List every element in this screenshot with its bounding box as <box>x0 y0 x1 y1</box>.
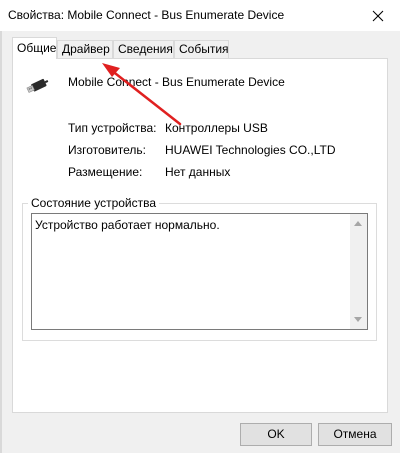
device-status-textbox[interactable]: Устройство работает нормально. <box>31 213 368 330</box>
close-icon <box>372 10 384 21</box>
title-bar: Свойства: Mobile Connect - Bus Enumerate… <box>0 0 400 31</box>
scroll-up-arrow-icon[interactable] <box>354 221 362 226</box>
cancel-button[interactable]: Отмена <box>318 423 392 446</box>
tab-general[interactable]: Общие <box>12 37 57 59</box>
location-value: Нет данных <box>165 165 231 179</box>
tab-events[interactable]: События <box>174 40 229 58</box>
device-type-value: Контроллеры USB <box>165 121 268 135</box>
window-edge <box>0 31 2 453</box>
location-label: Размещение: <box>68 165 143 179</box>
close-button[interactable] <box>356 0 400 31</box>
tab-label: Драйвер <box>62 42 110 56</box>
tab-label: Сведения <box>118 42 173 56</box>
device-name: Mobile Connect - Bus Enumerate Device <box>68 75 285 89</box>
tab-label: Общие <box>17 41 57 55</box>
device-type-label: Тип устройства: <box>68 121 157 135</box>
device-status-title: Состояние устройства <box>28 196 160 210</box>
status-scrollbar[interactable] <box>350 214 367 329</box>
manufacturer-label: Изготовитель: <box>68 143 146 157</box>
window-title: Свойства: Mobile Connect - Bus Enumerate… <box>8 8 285 22</box>
tab-details[interactable]: Сведения <box>113 40 174 58</box>
manufacturer-value: HUAWEI Technologies CO.,LTD <box>165 143 336 157</box>
tab-label: События <box>179 42 229 56</box>
scroll-down-arrow-icon[interactable] <box>354 317 362 322</box>
device-status-text: Устройство работает нормально. <box>35 218 220 232</box>
usb-cable-icon <box>26 78 49 93</box>
ok-button[interactable]: OK <box>240 423 312 446</box>
properties-dialog: Свойства: Mobile Connect - Bus Enumerate… <box>0 0 400 453</box>
tab-driver[interactable]: Драйвер <box>57 40 113 58</box>
